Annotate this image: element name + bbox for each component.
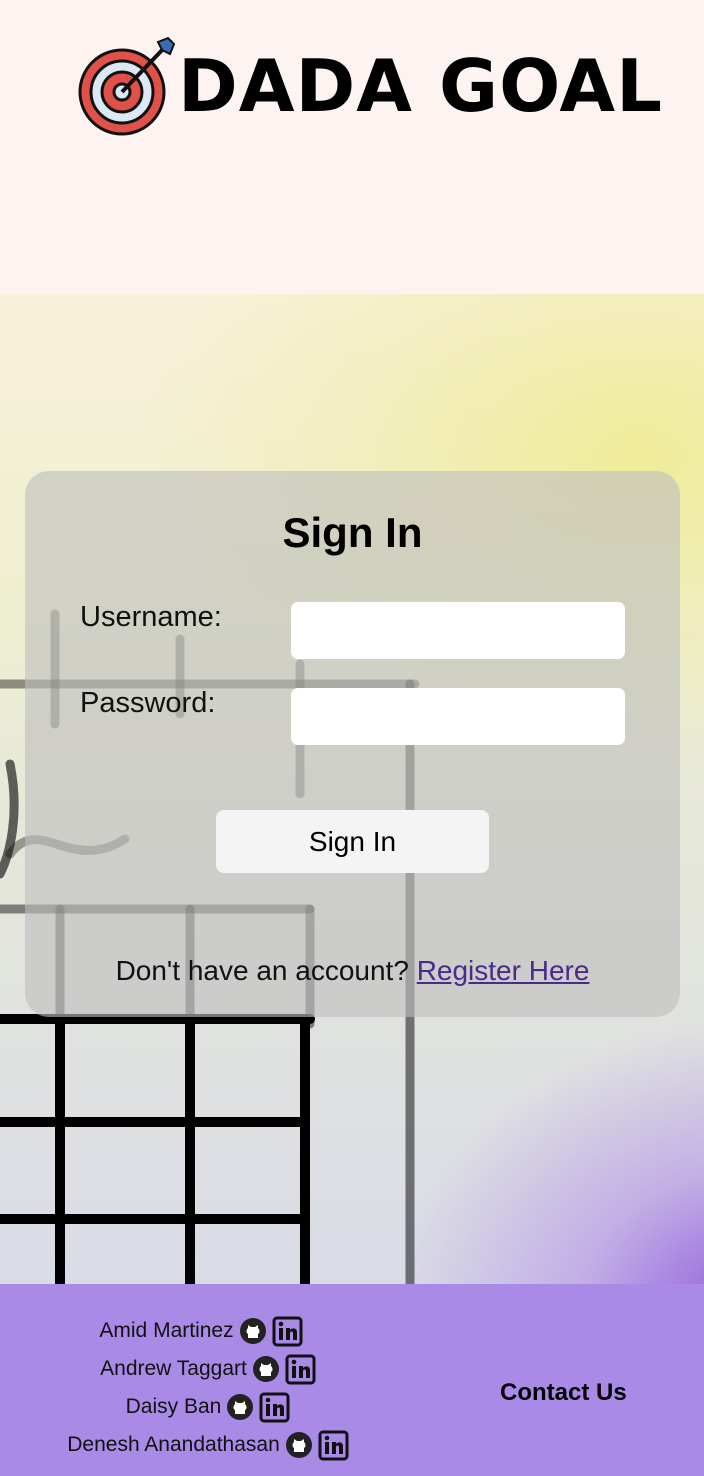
password-input[interactable] xyxy=(291,688,625,745)
team-member: Daisy Ban xyxy=(0,1388,416,1426)
github-icon[interactable] xyxy=(252,1355,280,1383)
register-link[interactable]: Register Here xyxy=(417,955,590,986)
github-icon[interactable] xyxy=(285,1431,313,1459)
username-label: Username: xyxy=(80,601,222,633)
brand-name: DADA GOAL xyxy=(178,44,664,128)
member-name: Andrew Taggart xyxy=(100,1357,247,1380)
contact-us-link[interactable]: Contact Us xyxy=(500,1379,627,1407)
footer: Amid Martinez Andrew Taggart Daisy Ban D… xyxy=(0,1284,704,1476)
register-prompt-line: Don't have an account? Register Here xyxy=(25,955,680,987)
linkedin-icon[interactable] xyxy=(259,1392,290,1423)
member-name: Denesh Anandathasan xyxy=(67,1433,280,1456)
header: DADA GOAL xyxy=(0,0,704,294)
team-list: Amid Martinez Andrew Taggart Daisy Ban D… xyxy=(0,1312,416,1464)
linkedin-icon[interactable] xyxy=(318,1430,349,1461)
linkedin-icon[interactable] xyxy=(285,1354,316,1385)
team-member: Denesh Anandathasan xyxy=(0,1426,416,1464)
hero-background: Sign In Username: Password: Sign In Don'… xyxy=(0,294,704,1284)
member-name: Amid Martinez xyxy=(99,1319,234,1342)
team-member: Andrew Taggart xyxy=(0,1350,416,1388)
sign-in-button[interactable]: Sign In xyxy=(216,810,489,873)
register-prompt: Don't have an account? xyxy=(115,955,409,986)
logo[interactable]: DADA GOAL xyxy=(78,36,663,136)
sign-in-title: Sign In xyxy=(282,509,423,556)
member-name: Daisy Ban xyxy=(125,1395,222,1418)
username-input[interactable] xyxy=(291,602,625,659)
team-member: Amid Martinez xyxy=(0,1312,409,1350)
target-arrow-icon xyxy=(78,36,176,136)
sign-in-card: Sign In Username: Password: Sign In Don'… xyxy=(25,471,680,1017)
github-icon[interactable] xyxy=(226,1393,254,1421)
github-icon[interactable] xyxy=(239,1317,267,1345)
password-label: Password: xyxy=(80,687,216,719)
linkedin-icon[interactable] xyxy=(272,1316,303,1347)
